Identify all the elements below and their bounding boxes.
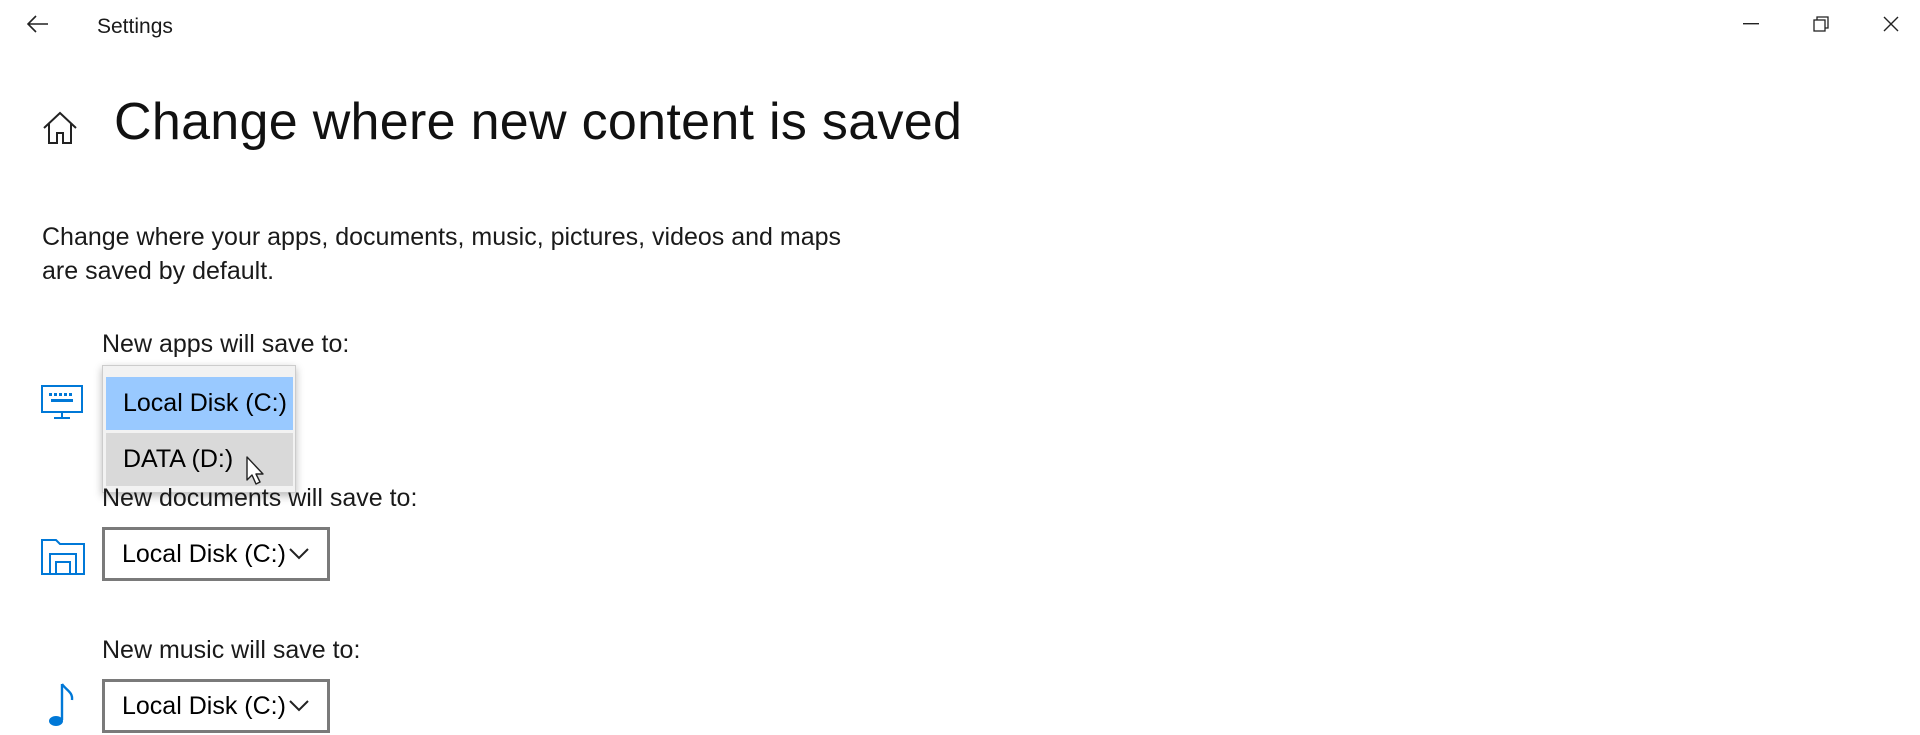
- description-line-2: are saved by default.: [42, 257, 275, 285]
- page-title: Change where new content is saved: [114, 93, 963, 151]
- page-description: Change where your apps, documents, music…: [42, 220, 842, 288]
- apps-save-label: New apps will save to:: [102, 330, 350, 358]
- documents-save-dropdown[interactable]: Local Disk (C:): [102, 527, 330, 581]
- chevron-down-icon: [289, 548, 309, 560]
- monitor-keyboard-icon: [40, 384, 84, 425]
- home-icon: [43, 111, 77, 144]
- window-title: Settings: [97, 15, 173, 38]
- close-icon: [1883, 16, 1899, 32]
- description-line-1: Change where your apps, documents, music…: [42, 223, 842, 251]
- restore-icon: [1813, 16, 1829, 32]
- music-note-icon: [46, 682, 76, 735]
- close-button[interactable]: [1856, 0, 1920, 48]
- back-arrow-icon: [27, 15, 48, 33]
- minimize-icon: [1743, 23, 1759, 25]
- apps-dropdown-list: Local Disk (C:) DATA (D:): [102, 365, 296, 493]
- folder-drive-icon: [40, 534, 86, 581]
- documents-selected-value: Local Disk (C:): [122, 539, 286, 568]
- minimize-button[interactable]: [1716, 0, 1786, 48]
- apps-option-local-disk-c[interactable]: Local Disk (C:): [106, 377, 293, 430]
- music-save-dropdown[interactable]: Local Disk (C:): [102, 679, 330, 733]
- chevron-down-icon: [289, 700, 309, 712]
- documents-save-label: New documents will save to:: [102, 484, 418, 512]
- back-button[interactable]: [14, 4, 62, 44]
- music-save-label: New music will save to:: [102, 636, 361, 664]
- restore-button[interactable]: [1786, 0, 1856, 48]
- music-selected-value: Local Disk (C:): [122, 691, 286, 720]
- home-button[interactable]: [38, 106, 82, 150]
